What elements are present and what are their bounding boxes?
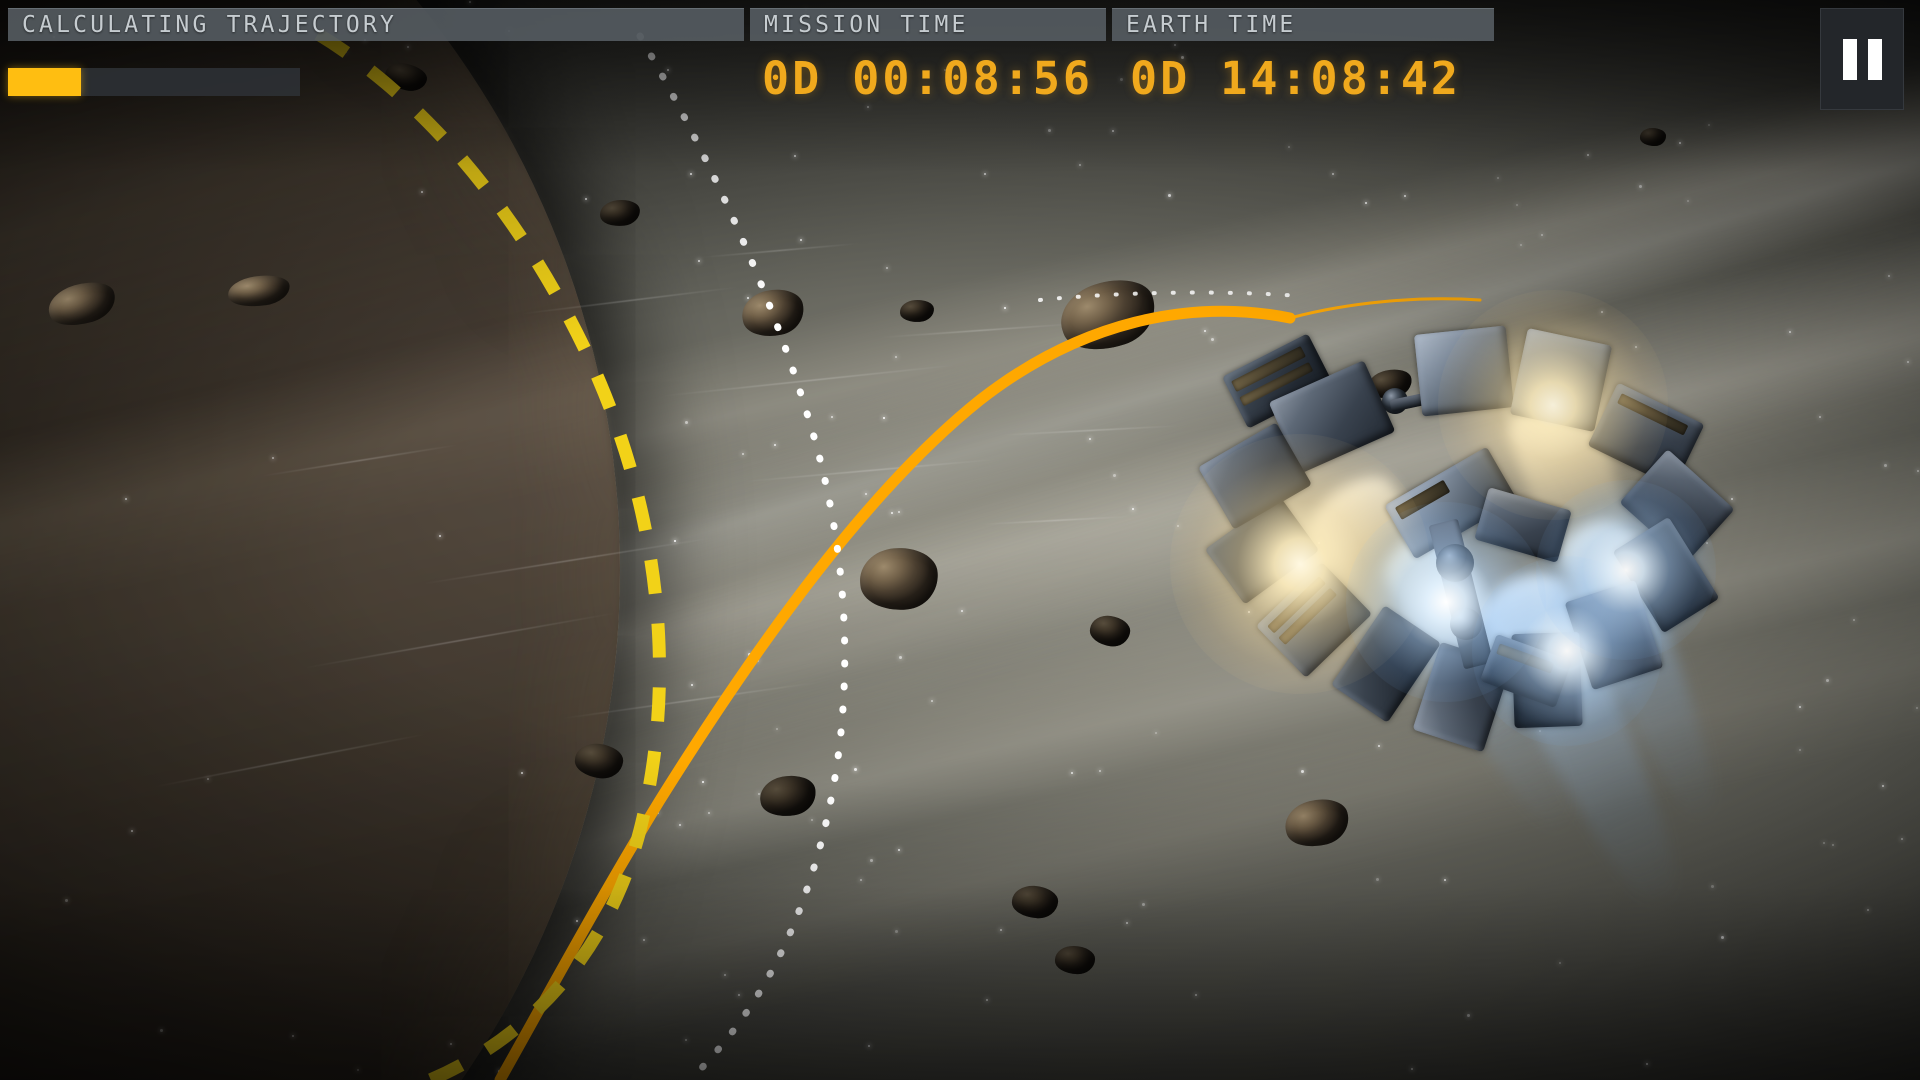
game-viewport: CALCULATING TRAJECTORY MISSION TIME 0D 0…: [0, 0, 1920, 1080]
pause-button[interactable]: [1820, 8, 1904, 110]
space-scene: [0, 0, 1920, 1080]
pause-icon-bar-right: [1867, 38, 1882, 80]
scene-vignette: [0, 0, 1920, 1080]
pause-icon-bar-left: [1842, 38, 1857, 80]
calculation-progress-bar[interactable]: [8, 68, 300, 96]
progress-fill: [8, 68, 81, 96]
